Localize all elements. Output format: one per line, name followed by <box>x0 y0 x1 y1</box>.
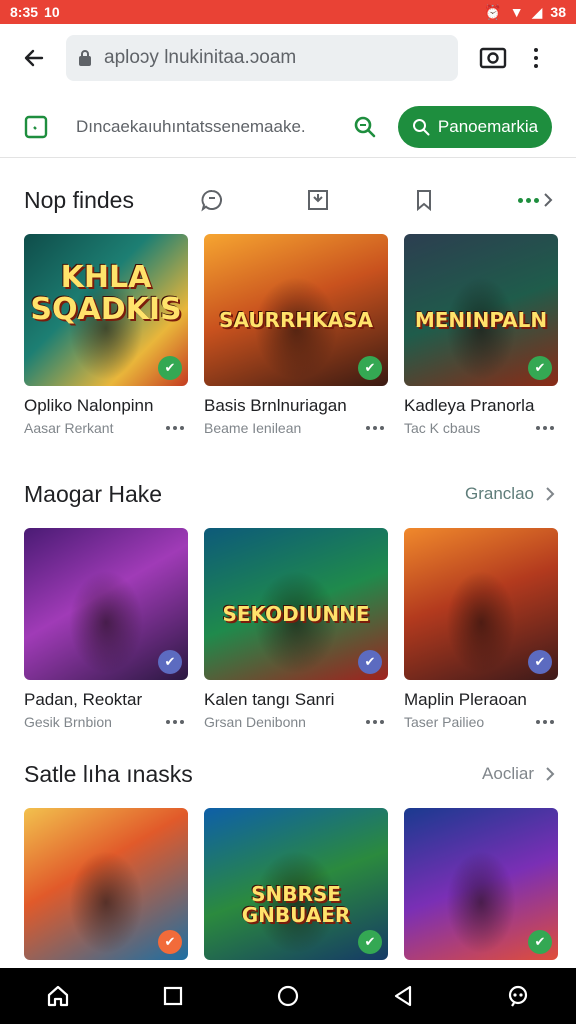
game-card[interactable]: ✔Behainpa Megan <box>24 808 188 990</box>
chevron-right-icon <box>546 767 555 781</box>
home-circle-icon[interactable] <box>275 983 301 1009</box>
see-all-link[interactable]: Granclao <box>465 484 556 504</box>
install-badge-icon[interactable]: ✔ <box>528 930 552 954</box>
chevron-right-icon <box>546 487 555 501</box>
install-badge-icon[interactable]: ✔ <box>358 356 382 380</box>
overflow-menu-button[interactable] <box>526 43 546 73</box>
search-button-label: Panoemarkia <box>437 116 539 136</box>
game-title: Kadleya Pranorla <box>404 396 535 415</box>
game-title: Padan, Reoktar <box>24 690 143 709</box>
game-title: Kalen tangı Sanri <box>204 690 335 709</box>
install-badge-icon[interactable]: ✔ <box>158 650 182 674</box>
game-logo-text: SNBRSE GNBUAER <box>241 882 351 927</box>
search-icon <box>412 118 430 135</box>
game-thumbnail[interactable]: SEKODIUNNE ✔ <box>204 528 388 680</box>
home-icon[interactable] <box>45 983 71 1009</box>
game-card[interactable]: ✔ Padan, Reoktar Gesik Brnbion <box>24 528 188 730</box>
status-bar: 8:35 10 ⏰ ▼ ◢ 38 <box>0 0 576 24</box>
game-thumbnail[interactable]: ✔ <box>404 528 558 680</box>
game-title: Basis Brnlnuriagan <box>204 396 347 415</box>
arrow-left-icon <box>24 49 44 67</box>
chevron-right-icon <box>544 193 553 207</box>
install-badge-icon[interactable]: ✔ <box>358 650 382 674</box>
game-developer: Taser Pailieo <box>404 714 485 730</box>
game-logo-text: MENINPALN <box>414 308 548 332</box>
lock-icon <box>79 50 91 66</box>
search-icon[interactable] <box>352 114 378 140</box>
back-button[interactable] <box>14 38 54 78</box>
url-text: aploɔy lnukinitaa.ɔoam <box>104 47 297 68</box>
more-arrow-button[interactable] <box>518 192 554 208</box>
install-badge-icon[interactable]: ✔ <box>528 650 552 674</box>
install-badge-icon[interactable]: ✔ <box>358 930 382 954</box>
game-card[interactable]: MENINPALN ✔ Kadleya Pranorla Tac K cbaus <box>404 234 558 436</box>
card-overflow-button[interactable] <box>366 720 384 724</box>
game-title: Opliko Nalonpinn <box>24 396 154 415</box>
game-card[interactable]: SNBRSE GNBUAER✔Kad faplin Eyan <box>204 808 388 990</box>
signal-icon: ◢ <box>531 3 543 20</box>
checkbox-icon[interactable] <box>24 115 48 139</box>
card-overflow-button[interactable] <box>536 720 554 724</box>
game-logo-text: SEKODIUNNE <box>222 602 370 626</box>
game-thumbnail[interactable]: ✔ <box>404 808 558 960</box>
install-badge-icon[interactable]: ✔ <box>528 356 552 380</box>
game-thumbnail[interactable]: MENINPALN ✔ <box>404 234 558 386</box>
game-developer: Aasar Rerkant <box>24 420 114 436</box>
back-triangle-icon[interactable] <box>390 983 416 1009</box>
wifi-icon: ▼ <box>509 4 524 20</box>
download-box-icon[interactable] <box>306 188 330 212</box>
recents-icon[interactable] <box>160 983 186 1009</box>
card-overflow-button[interactable] <box>166 720 184 724</box>
section-battle-tasks: Satle lıha ınasks Aocliar ✔Behainpa Mega… <box>0 754 576 990</box>
section-top-finds: Nop findes KHLA SQADKIS ✔ Opliko Nalonpinn… <box>0 180 576 436</box>
game-thumbnail[interactable]: ✔ <box>24 808 188 960</box>
battery-level: 38 <box>550 4 566 20</box>
section-title: Maogar Hake <box>24 480 163 507</box>
assistant-icon[interactable] <box>505 983 531 1009</box>
section-title: Satle lıha ınasks <box>24 760 193 787</box>
game-card[interactable]: ✔ Maplin Pleraoan Taser Pailieo <box>404 528 558 730</box>
game-logo-text: KHLA SQADKIS <box>30 260 182 327</box>
game-developer: Tac K cbaus <box>404 420 481 436</box>
game-thumbnail[interactable]: SNBRSE GNBUAER ✔ <box>204 808 388 960</box>
install-badge-icon[interactable]: ✔ <box>158 930 182 954</box>
game-card[interactable]: KHLA SQADKIS ✔ Opliko Nalonpinn Aasar Rerka… <box>24 234 188 436</box>
game-card[interactable]: SAURRHKASA ✔ Basis Brnlnuriagan Beame Ienil… <box>204 234 388 436</box>
game-developer: Gesik Brnbion <box>24 714 112 730</box>
section-title: Nop findes <box>24 186 134 213</box>
card-overflow-button[interactable] <box>536 426 554 430</box>
search-button[interactable]: Panoemarkia <box>398 105 552 148</box>
bookmark-icon[interactable] <box>412 188 436 212</box>
see-all-link[interactable]: Aocliar <box>482 764 556 784</box>
system-nav-bar <box>0 968 576 1024</box>
game-title: Maplin Pleraoan <box>404 690 527 709</box>
game-developer: Grsan Denibonn <box>204 714 306 730</box>
status-time: 8:35 <box>10 4 39 20</box>
tabs-icon[interactable] <box>478 43 508 73</box>
install-badge-icon[interactable]: ✔ <box>158 356 182 380</box>
game-thumbnail[interactable]: ✔ <box>24 528 188 680</box>
game-logo-text: SAURRHKASA <box>219 308 373 332</box>
chat-icon[interactable] <box>200 188 224 212</box>
browser-toolbar: aploɔy lnukinitaa.ɔoam <box>0 24 576 92</box>
search-input[interactable]: Dıncaekaıuhıntatssenemaake. <box>76 117 336 137</box>
card-overflow-button[interactable] <box>366 426 384 430</box>
url-bar[interactable]: aploɔy lnukinitaa.ɔoam <box>66 35 458 81</box>
game-thumbnail[interactable]: KHLA SQADKIS ✔ <box>24 234 188 386</box>
search-row: Dıncaekaıuhıntatssenemaake. Panoemarkia <box>0 96 576 158</box>
alarm-icon: ⏰ <box>484 3 502 20</box>
game-card[interactable]: ✔Hebyanılakar <box>404 808 558 990</box>
card-overflow-button[interactable] <box>166 426 184 430</box>
game-thumbnail[interactable]: SAURRHKASA ✔ <box>204 234 388 386</box>
section-more-games: Maogar Hake Granclao ✔ Padan, Reoktar Gesi… <box>0 474 576 730</box>
game-card[interactable]: SEKODIUNNE ✔ Kalen tangı Sanri Grsan Denibo… <box>204 528 388 730</box>
game-developer: Beame Ienilean <box>204 420 302 436</box>
status-indicator: 10 <box>44 4 60 20</box>
